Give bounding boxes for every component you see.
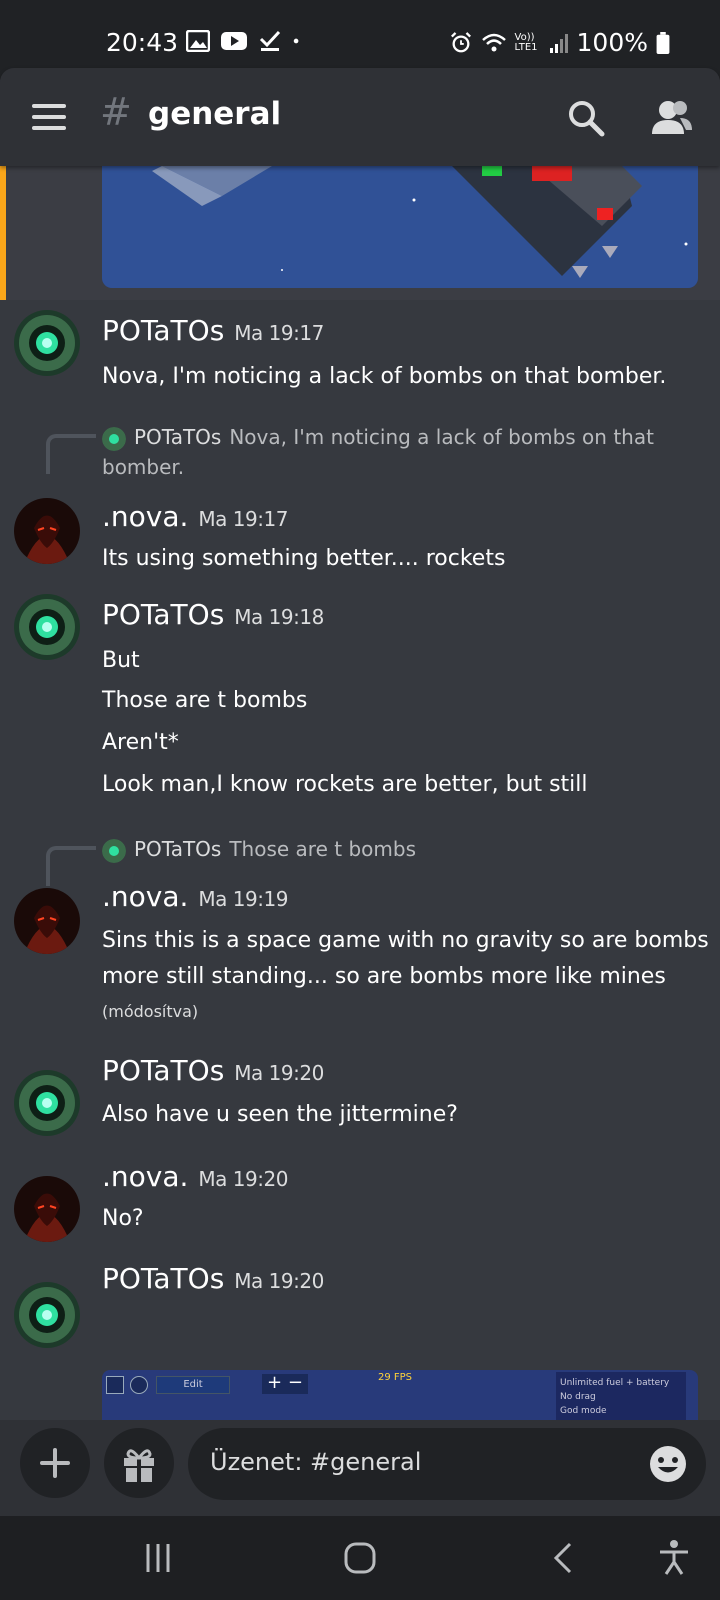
notification-icons	[186, 30, 306, 52]
avatar-potatos[interactable]	[14, 310, 80, 376]
channel-header: # general	[0, 68, 720, 166]
hash-icon: #	[100, 90, 132, 134]
author-name[interactable]: POTaTOs	[102, 314, 224, 347]
author-name[interactable]: .nova.	[102, 500, 188, 533]
message-input-placeholder: Üzenet: #general	[210, 1448, 422, 1476]
message-text: Aren't*	[102, 730, 179, 755]
timestamp: Ma 19:17	[198, 507, 288, 531]
message-header: .nova. Ma 19:17	[102, 500, 288, 533]
network-label: Vo)) LTE1	[514, 31, 538, 53]
option-label: Unlimited fuel + battery	[560, 1378, 670, 1388]
reply-text: Those are t bombs	[229, 837, 416, 861]
reply-connector	[46, 434, 96, 474]
message-input[interactable]: Üzenet: #general	[188, 1428, 706, 1500]
message-composer: Üzenet: #general	[0, 1420, 720, 1516]
edit-button: Edit	[156, 1376, 230, 1394]
avatar-nova[interactable]	[14, 1176, 80, 1242]
system-icons: Vo)) LTE1 100%	[449, 28, 670, 57]
game-screenshot-image[interactable]: Edit + − 29 FPS Unlimited fuel + battery…	[102, 1370, 698, 1420]
timestamp: Ma 19:18	[234, 605, 324, 629]
reply-preview[interactable]: POTaTOs Those are t bombs	[102, 834, 662, 864]
gift-icon	[124, 1449, 154, 1482]
search-icon[interactable]	[566, 98, 606, 138]
system-navigation-bar	[0, 1516, 720, 1600]
option-label: No drag	[560, 1392, 596, 1402]
options-panel: Unlimited fuel + battery No drag God mod…	[556, 1372, 686, 1420]
game-screenshot-image[interactable]	[102, 166, 698, 288]
reply-connector	[46, 846, 96, 886]
message-text: Look man,I know rockets are better, but …	[102, 772, 588, 797]
message-text: Also have u seen the jittermine?	[102, 1102, 458, 1127]
fps-counter: 29 FPS	[378, 1372, 413, 1383]
battery-percent: 100%	[576, 28, 648, 57]
reply-author: POTaTOs	[134, 425, 222, 449]
reply-preview[interactable]: POTaTOs Nova, I'm noticing a lack of bomb…	[102, 422, 662, 482]
message-text: Sins this is a space game with no gravit…	[102, 928, 709, 953]
dot-icon	[293, 38, 299, 44]
highlight-bar	[0, 166, 6, 300]
message-header: POTaTOs Ma 19:17	[102, 314, 324, 347]
message-list[interactable]: POTaTOs Ma 19:17 Nova, I'm noticing a lac…	[0, 166, 720, 1420]
message-header: .nova. Ma 19:20	[102, 1160, 288, 1193]
signal-icon	[549, 33, 568, 53]
avatar-nova[interactable]	[14, 888, 80, 954]
author-name[interactable]: POTaTOs	[102, 1054, 224, 1087]
alarm-icon	[450, 31, 471, 52]
channel-title: general	[148, 96, 282, 132]
edited-label: (módosítva)	[102, 1002, 199, 1021]
message-header: POTaTOs Ma 19:20	[102, 1262, 324, 1295]
timestamp: Ma 19:20	[234, 1061, 324, 1085]
youtube-icon	[221, 32, 247, 50]
avatar-potatos[interactable]	[14, 1282, 80, 1348]
author-name[interactable]: .nova.	[102, 880, 188, 913]
timestamp: Ma 19:19	[198, 887, 288, 911]
gift-button[interactable]	[104, 1428, 174, 1498]
message-text: more still standing... so are bombs more…	[102, 964, 666, 989]
battery-icon	[656, 31, 670, 54]
wifi-icon	[481, 33, 506, 51]
reply-avatar	[102, 426, 126, 451]
emoji-icon[interactable]	[648, 1444, 688, 1484]
refresh-icon	[130, 1376, 148, 1394]
author-name[interactable]: .nova.	[102, 1160, 188, 1193]
message-text: Nova, I'm noticing a lack of bombs on th…	[102, 364, 667, 389]
image-icon	[186, 30, 210, 52]
check-icon	[259, 30, 281, 51]
avatar-nova[interactable]	[14, 498, 80, 564]
message-text: Those are t bombs	[102, 688, 308, 713]
home-icon[interactable]	[340, 1538, 380, 1578]
message-text: But	[102, 648, 140, 673]
zoom-buttons: + −	[262, 1374, 308, 1394]
author-name[interactable]: POTaTOs	[102, 1262, 224, 1295]
menu-icon[interactable]	[32, 104, 66, 130]
message-text: No?	[102, 1206, 144, 1231]
timestamp: Ma 19:17	[234, 321, 324, 345]
plus-icon	[40, 1448, 70, 1478]
message-header: .nova. Ma 19:19	[102, 880, 288, 913]
add-attachment-button[interactable]	[20, 1428, 90, 1498]
reply-avatar	[102, 838, 126, 863]
option-label: God mode	[560, 1406, 607, 1416]
reply-author: POTaTOs	[134, 837, 222, 861]
message-header: POTaTOs Ma 19:20	[102, 1054, 324, 1087]
timestamp: Ma 19:20	[198, 1167, 288, 1191]
recent-apps-icon[interactable]	[138, 1538, 178, 1578]
author-name[interactable]: POTaTOs	[102, 598, 224, 631]
message-text: Its using something better.... rockets	[102, 546, 506, 571]
timestamp: Ma 19:20	[234, 1269, 324, 1293]
avatar-potatos[interactable]	[14, 1070, 80, 1136]
back-icon[interactable]	[544, 1538, 584, 1578]
accessibility-icon[interactable]	[654, 1538, 694, 1578]
menu-icon	[106, 1376, 124, 1394]
status-time: 20:43	[106, 28, 179, 57]
members-icon[interactable]	[650, 98, 694, 138]
message-header: POTaTOs Ma 19:18	[102, 598, 324, 631]
avatar-potatos[interactable]	[14, 594, 80, 660]
